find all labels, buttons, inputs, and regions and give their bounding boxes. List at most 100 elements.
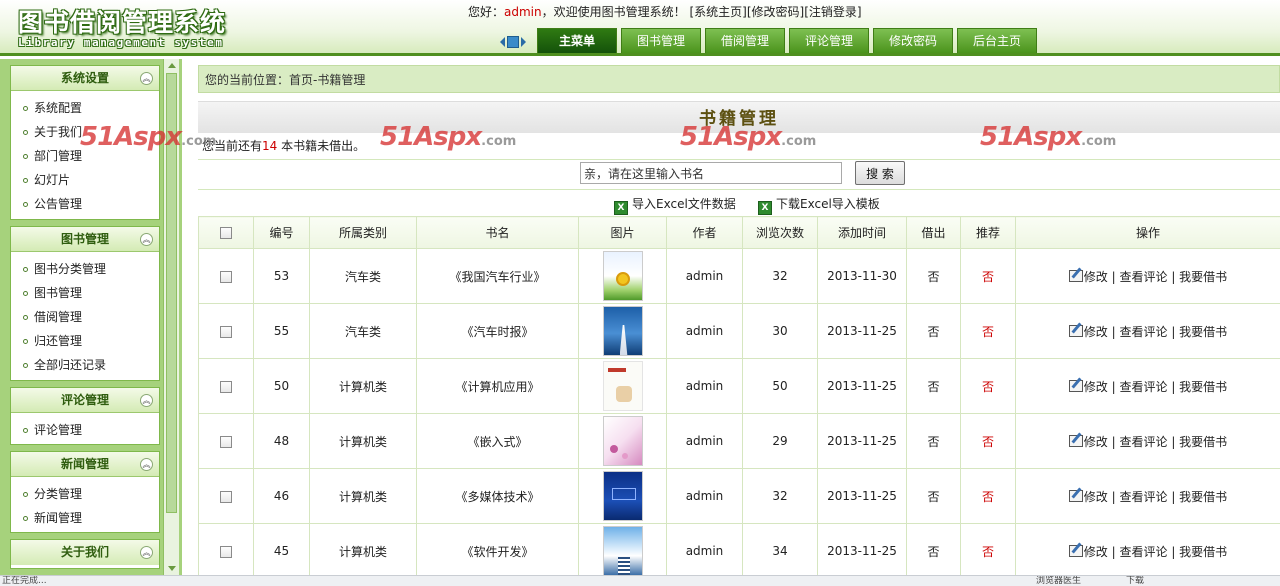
double-chevron-up-icon[interactable]: ︽ <box>140 233 153 246</box>
download-button[interactable]: 下载 <box>1126 576 1144 586</box>
view-comments-link[interactable]: 查看评论 <box>1119 325 1167 339</box>
borrow-book-link[interactable]: 我要借书 <box>1179 545 1227 559</box>
double-chevron-up-icon[interactable]: ︽ <box>140 546 153 559</box>
sidebar-item-all-returns[interactable]: 全部归还记录 <box>11 353 159 377</box>
sidebar-item-books[interactable]: 图书管理 <box>11 281 159 305</box>
row-checkbox[interactable] <box>220 545 232 558</box>
cell-category: 汽车类 <box>309 303 417 359</box>
book-cover-image[interactable] <box>602 416 643 466</box>
borrow-book-link[interactable]: 我要借书 <box>1179 325 1227 339</box>
double-chevron-up-icon[interactable]: ︽ <box>140 458 153 471</box>
sidebar-item-about-us[interactable]: 关于我们 <box>11 120 159 144</box>
edit-link[interactable]: 修改 <box>1084 490 1108 504</box>
book-cover-image[interactable] <box>602 361 643 411</box>
book-cover-image[interactable] <box>602 471 643 521</box>
col-header-actions: 操作 <box>1015 216 1280 249</box>
cell-author: admin <box>666 413 743 469</box>
sidebar-group-header[interactable]: 系统设置 ︽ <box>11 66 159 91</box>
edit-link[interactable]: 修改 <box>1084 380 1108 394</box>
row-checkbox[interactable] <box>220 325 232 338</box>
nav-toggle-icon[interactable] <box>500 34 526 50</box>
sidebar-group-header[interactable]: 评论管理 ︽ <box>11 388 159 413</box>
table-row: 53 汽车类 《我国汽车行业》 admin 32 2013-11-30 否 否 … <box>198 248 1280 304</box>
search-input[interactable] <box>580 162 842 184</box>
sidebar-group-comment-management: 评论管理 ︽ 评论管理 <box>10 387 160 445</box>
view-comments-link[interactable]: 查看评论 <box>1119 435 1167 449</box>
table-row: 48 计算机类 《嵌入式》 admin 29 2013-11-25 否 否 修改… <box>198 413 1280 469</box>
double-chevron-up-icon[interactable]: ︽ <box>140 72 153 85</box>
borrow-book-link[interactable]: 我要借书 <box>1179 435 1227 449</box>
search-button[interactable]: 搜 索 <box>855 161 905 185</box>
scroll-thumb[interactable] <box>166 73 177 513</box>
edit-icon[interactable] <box>1068 434 1083 447</box>
borrow-book-link[interactable]: 我要借书 <box>1179 490 1227 504</box>
row-checkbox[interactable] <box>220 435 232 448</box>
view-comments-link[interactable]: 查看评论 <box>1119 490 1167 504</box>
sidebar-group-header[interactable]: 图书管理 ︽ <box>11 227 159 252</box>
tab-change-password[interactable]: 修改密码 <box>873 28 953 53</box>
sidebar-item-comments[interactable]: 评论管理 <box>11 418 159 442</box>
select-all-checkbox[interactable] <box>220 227 232 239</box>
edit-icon[interactable] <box>1068 544 1083 557</box>
sidebar-group-about-us: 关于我们 ︽ <box>10 539 160 569</box>
cell-lent: 否 <box>906 248 961 304</box>
book-cover-image[interactable] <box>602 526 643 575</box>
view-comments-link[interactable]: 查看评论 <box>1119 270 1167 284</box>
cell-id: 48 <box>253 413 310 469</box>
sidebar-group-header[interactable]: 关于我们 ︽ <box>11 540 159 565</box>
sidebar: 系统设置 ︽ 系统配置 关于我们 部门管理 幻灯片 公告管理 图书管理 ︽ 图书分类… <box>0 59 182 575</box>
edit-icon[interactable] <box>1068 489 1083 502</box>
edit-link[interactable]: 修改 <box>1084 545 1108 559</box>
sidebar-item-news[interactable]: 新闻管理 <box>11 506 159 530</box>
bullet-icon <box>23 291 28 296</box>
sidebar-scrollbar[interactable] <box>163 59 179 575</box>
row-checkbox[interactable] <box>220 380 232 393</box>
sidebar-item-news-categories[interactable]: 分类管理 <box>11 482 159 506</box>
row-checkbox[interactable] <box>220 490 232 503</box>
double-chevron-up-icon[interactable]: ︽ <box>140 394 153 407</box>
import-excel-link[interactable]: X 导入Excel文件数据 <box>614 195 736 215</box>
edit-icon[interactable] <box>1068 269 1083 282</box>
sidebar-group-header[interactable]: 新闻管理 ︽ <box>11 452 159 477</box>
book-cover-image[interactable] <box>602 306 643 356</box>
view-comments-link[interactable]: 查看评论 <box>1119 380 1167 394</box>
tab-main-menu[interactable]: 主菜单 <box>537 28 617 53</box>
edit-link[interactable]: 修改 <box>1084 270 1108 284</box>
logout-link[interactable]: [注销登录] <box>804 5 861 19</box>
cell-views: 50 <box>742 358 818 414</box>
edit-icon[interactable] <box>1068 324 1083 337</box>
row-checkbox[interactable] <box>220 270 232 283</box>
sidebar-item-announcements[interactable]: 公告管理 <box>11 192 159 216</box>
book-cover-image[interactable] <box>602 251 643 301</box>
borrow-book-link[interactable]: 我要借书 <box>1179 380 1227 394</box>
view-comments-link[interactable]: 查看评论 <box>1119 545 1167 559</box>
bullet-icon <box>23 428 28 433</box>
scroll-up-icon[interactable] <box>168 63 176 68</box>
sidebar-item-departments[interactable]: 部门管理 <box>11 144 159 168</box>
browser-doctor-button[interactable]: 浏览器医生 <box>1036 576 1081 586</box>
download-template-link[interactable]: X 下载Excel导入模板 <box>758 195 880 215</box>
sidebar-item-returns[interactable]: 归还管理 <box>11 329 159 353</box>
bullet-icon <box>23 202 28 207</box>
sidebar-item-system-config[interactable]: 系统配置 <box>11 96 159 120</box>
edit-icon[interactable] <box>1068 379 1083 392</box>
tab-book-management[interactable]: 图书管理 <box>621 28 701 53</box>
tab-comment-management[interactable]: 评论管理 <box>789 28 869 53</box>
edit-link[interactable]: 修改 <box>1084 435 1108 449</box>
breadcrumb: 您的当前位置：首页-书籍管理 <box>198 65 1280 93</box>
edit-link[interactable]: 修改 <box>1084 325 1108 339</box>
sidebar-item-borrowing[interactable]: 借阅管理 <box>11 305 159 329</box>
cell-views: 30 <box>742 303 818 359</box>
change-password-link[interactable]: [修改密码] <box>747 5 804 19</box>
scroll-down-icon[interactable] <box>168 566 176 571</box>
tab-admin-home[interactable]: 后台主页 <box>957 28 1037 53</box>
cell-recommend: 否 <box>960 358 1016 414</box>
sidebar-item-slideshow[interactable]: 幻灯片 <box>11 168 159 192</box>
sidebar-item-book-categories[interactable]: 图书分类管理 <box>11 257 159 281</box>
system-home-link[interactable]: [系统主页] <box>689 5 746 19</box>
cell-actions: 修改 | 查看评论 | 我要借书 <box>1015 523 1280 575</box>
tab-borrow-management[interactable]: 借阅管理 <box>705 28 785 53</box>
borrow-book-link[interactable]: 我要借书 <box>1179 270 1227 284</box>
bullet-icon <box>23 267 28 272</box>
cell-author: admin <box>666 303 743 359</box>
